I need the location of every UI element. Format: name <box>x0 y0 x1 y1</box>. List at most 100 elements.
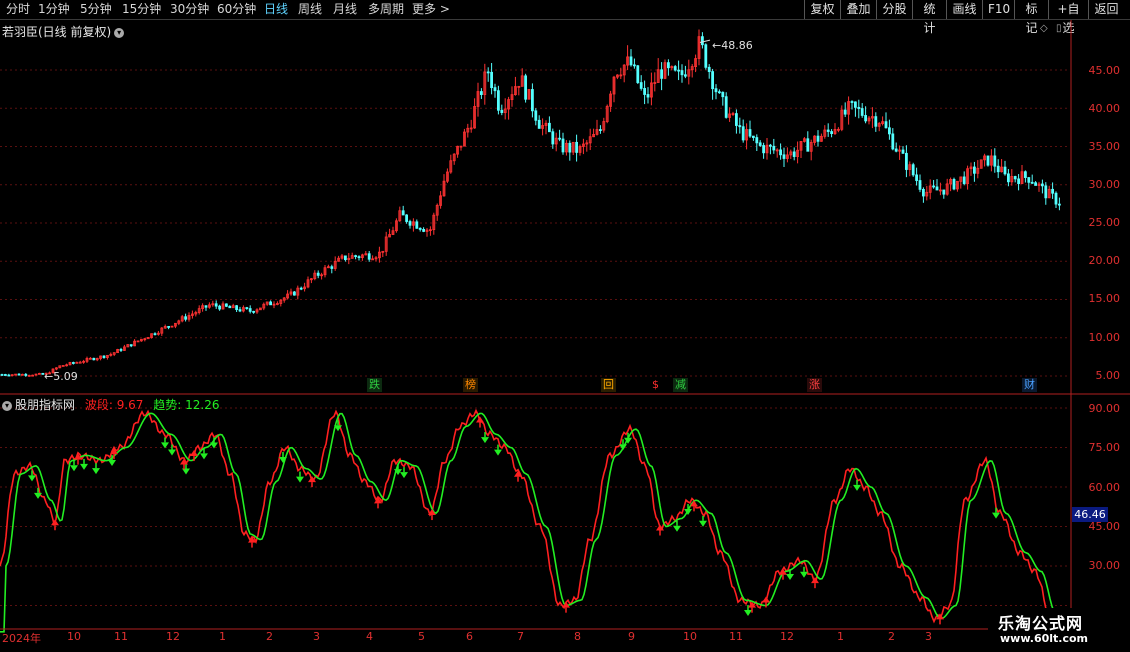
candle-body <box>891 133 895 150</box>
low-price-value: 5.09 <box>53 370 78 383</box>
sell-arrow-icon <box>28 475 36 482</box>
event-marker-buyback[interactable]: 回 <box>601 378 616 392</box>
candle-body <box>479 91 483 95</box>
candle-body <box>721 91 725 98</box>
x-tick-5: 5 <box>418 630 425 643</box>
candle-body <box>0 374 4 376</box>
sub-y-tick-90: 90.00 <box>1088 402 1121 415</box>
band-value-label: 波段: 9.67 <box>84 398 144 412</box>
low-arrow-icon: ← <box>44 370 54 383</box>
candle-body <box>269 301 273 306</box>
back-button[interactable]: 返回 <box>1088 0 1124 19</box>
x-tick-1: 1 <box>219 630 226 643</box>
candle-body <box>248 308 252 312</box>
f10-button[interactable]: F10 <box>982 0 1014 19</box>
candle-body <box>806 138 810 152</box>
candle-body <box>1041 183 1044 187</box>
overlay-button[interactable]: 叠加 <box>840 0 876 19</box>
sell-arrow-icon <box>494 449 502 456</box>
period-tab-daily[interactable]: 日线 <box>264 1 288 18</box>
candle-body <box>252 310 256 313</box>
period-tab-intraday[interactable]: 分时 <box>6 1 30 18</box>
candle-body <box>531 89 534 112</box>
sub-y-tick-60: 60.00 <box>1088 481 1121 494</box>
sell-arrow-icon <box>744 610 752 617</box>
buy-arrow-icon <box>762 596 770 603</box>
split-stock-button[interactable]: 分股 <box>876 0 912 19</box>
diamond-icon[interactable]: ◇ <box>1040 23 1048 34</box>
candle-body <box>935 186 939 191</box>
event-marker-rank[interactable]: 榜 <box>463 378 478 392</box>
x-tick-4: 4 <box>366 630 373 643</box>
x-tick-9: 9 <box>628 630 635 643</box>
period-toolbar: 分时 1分钟 5分钟 15分钟 30分钟 60分钟 日线 周线 月线 多周期 更… <box>0 0 1130 35</box>
period-tab-60min[interactable]: 60分钟 <box>217 1 256 18</box>
event-marker-rise[interactable]: 涨 <box>807 378 822 392</box>
candle-body <box>92 357 96 361</box>
event-marker-finance[interactable]: 财 <box>1022 378 1037 392</box>
chevron-down-icon[interactable]: ▾ <box>114 27 125 38</box>
y-tick-45: 45.00 <box>1088 64 1121 77</box>
candle-body <box>422 229 426 232</box>
candle-body <box>673 66 677 71</box>
candle-body <box>911 164 915 176</box>
candle-body <box>405 214 409 222</box>
candle-body <box>738 125 742 128</box>
candle-body <box>884 121 888 129</box>
candle-body <box>1051 188 1054 194</box>
candle-body <box>548 122 551 133</box>
candle-body <box>490 71 494 89</box>
candle-body <box>224 303 228 307</box>
candlestick-series <box>0 29 1061 377</box>
sell-arrow-icon <box>108 460 116 467</box>
candle-body <box>755 137 759 144</box>
candle-body <box>330 266 334 269</box>
event-marker-fall[interactable]: 跌 <box>367 378 382 392</box>
candle-body <box>415 221 419 229</box>
candle-body <box>850 101 854 103</box>
candle-body <box>973 166 976 174</box>
candle-body <box>843 109 847 115</box>
candle-body <box>1007 173 1010 183</box>
candle-body <box>711 71 714 90</box>
sell-arrow-icon <box>200 453 208 460</box>
adjust-button[interactable]: 复权 <box>804 0 840 19</box>
collapse-icon[interactable]: ▯ <box>1056 23 1062 34</box>
candle-body <box>575 141 578 153</box>
sell-arrow-icon <box>70 465 78 472</box>
period-tab-monthly[interactable]: 月线 <box>333 1 357 18</box>
sell-arrow-icon <box>481 437 489 444</box>
draw-line-button[interactable]: 画线 <box>946 0 982 19</box>
chart-canvas[interactable] <box>0 20 1130 650</box>
event-marker-dividend[interactable]: $ <box>650 378 661 392</box>
period-tab-multi[interactable]: 多周期 <box>368 1 404 18</box>
candle-body <box>758 142 762 146</box>
period-tab-15min[interactable]: 15分钟 <box>122 1 161 18</box>
candle-body <box>204 305 208 308</box>
candle-body <box>660 69 663 79</box>
candle-body <box>748 129 752 137</box>
period-tab-5min[interactable]: 5分钟 <box>80 1 112 18</box>
add-watchlist-button[interactable]: +自选 <box>1048 0 1088 35</box>
period-tab-more[interactable]: 更多 > <box>412 1 450 18</box>
candle-body <box>741 126 745 141</box>
x-tick-7: 7 <box>517 630 524 643</box>
candle-body <box>1003 166 1007 175</box>
candle-body <box>78 361 82 364</box>
candle-body <box>119 349 123 351</box>
period-tab-30min[interactable]: 30分钟 <box>170 1 209 18</box>
candle-body <box>354 255 358 258</box>
sell-arrow-icon <box>800 571 808 578</box>
x-tick-3: 3 <box>313 630 320 643</box>
period-tab-weekly[interactable]: 周线 <box>298 1 322 18</box>
candle-body <box>235 305 239 310</box>
candle-body <box>724 96 728 118</box>
chart-area[interactable]: 若羽臣(日线 前复权) ▾ ◇ ▯ ←48.86 ←5.09 45.00 40.0… <box>0 20 1130 652</box>
mark-button[interactable]: 标记 <box>1014 0 1048 35</box>
candle-body <box>1017 178 1020 184</box>
candle-body <box>496 90 500 111</box>
period-tab-1min[interactable]: 1分钟 <box>38 1 70 18</box>
event-marker-reduce[interactable]: 减 <box>673 378 688 392</box>
statistics-button[interactable]: 统计 <box>912 0 946 35</box>
chevron-down-icon[interactable]: ▾ <box>2 400 12 411</box>
